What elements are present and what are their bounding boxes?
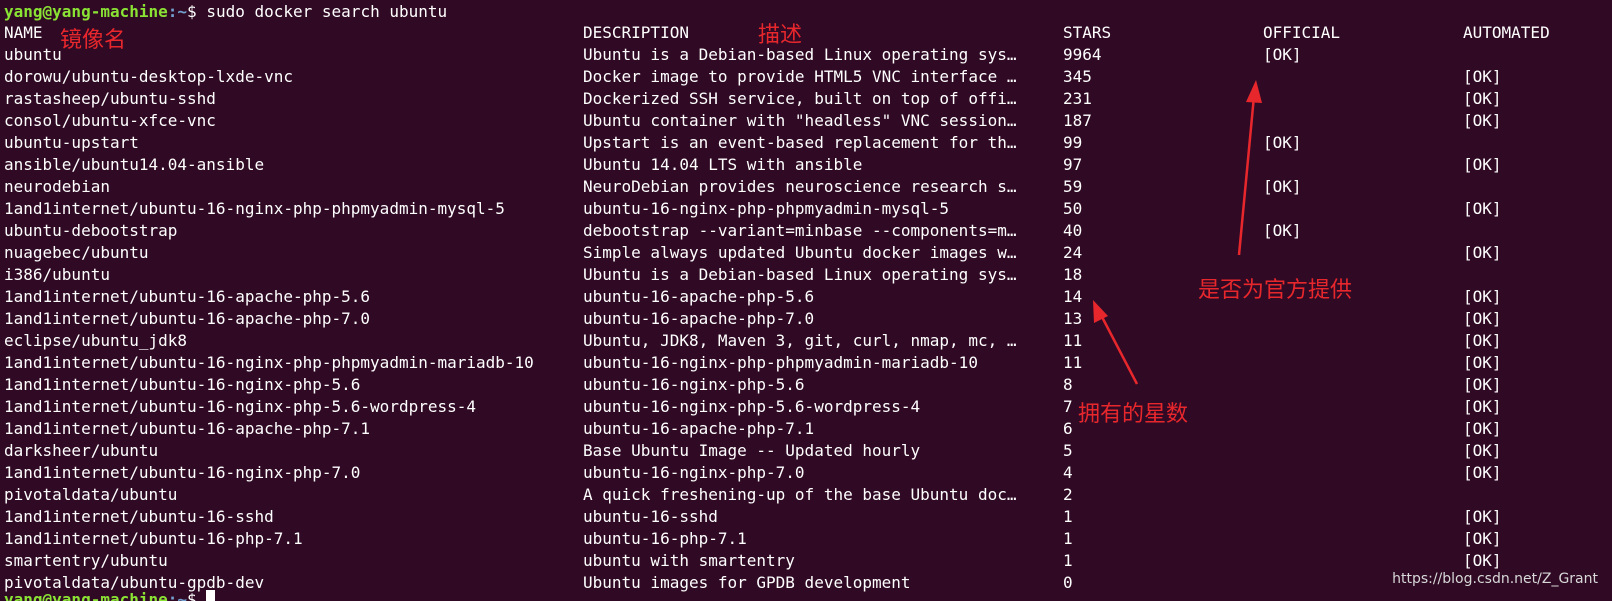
arrow-stars (1093, 300, 1139, 385)
watermark: https://blog.csdn.net/Z_Grant (1392, 571, 1598, 587)
arrow-official (1237, 80, 1262, 256)
terminal-window[interactable]: yang@yang-machine:~$ sudo docker search … (0, 0, 1612, 601)
annotation-arrows (1093, 80, 1262, 385)
